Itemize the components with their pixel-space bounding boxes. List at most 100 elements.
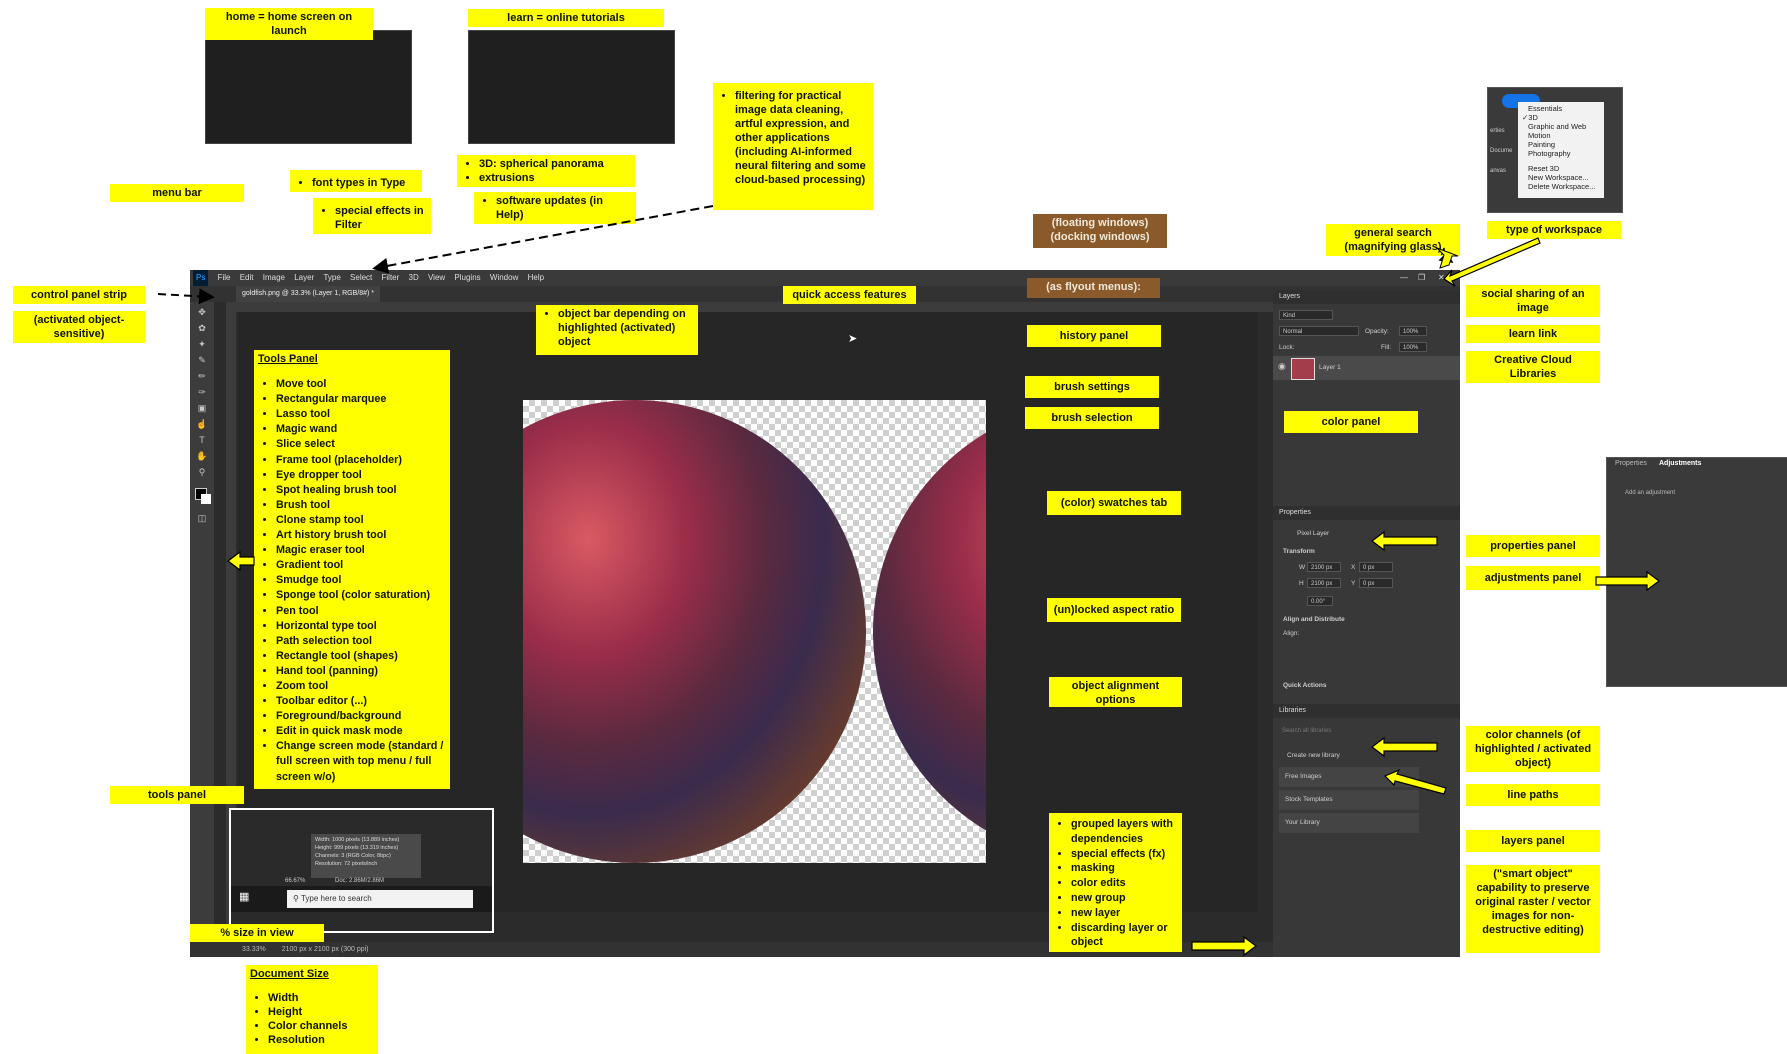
menu-filter[interactable]: Filter [382,270,400,286]
menu-select[interactable]: Select [350,270,372,286]
workspace-graphic-web[interactable]: Graphic and Web [1522,122,1600,131]
library-item[interactable]: Your Library [1279,813,1419,833]
note-font-types: font types in Type [290,170,422,192]
eyedropper-icon[interactable]: ✎ [193,354,211,366]
image-right-sphere [873,400,986,863]
add-adjustment-label: Add an adjustment [1625,490,1676,496]
close-icon[interactable]: ✕ [1438,270,1445,286]
height-field[interactable]: 2100 px [1307,578,1341,588]
note-special-effects: special effects in Filter [313,198,431,234]
tool-list-item: Toolbar editor (...) [276,694,446,709]
learn-screen-thumbnail [468,30,675,144]
y-field[interactable]: 0 px [1359,578,1393,588]
tool-list-item: Lasso tool [276,407,446,422]
menu-plugins[interactable]: Plugins [454,270,480,286]
workspace-dropdown[interactable]: Essentials ✓3D Graphic and Web Motion Pa… [1518,102,1604,198]
document-size[interactable]: 2100 px x 2100 px (300 ppi) [282,946,369,953]
note-menu-bar: menu bar [110,184,244,202]
doc-size-item: Resolution [268,1033,374,1047]
menu-image[interactable]: Image [263,270,285,286]
menu-help[interactable]: Help [528,270,544,286]
layer-kind-filter[interactable]: Kind [1279,310,1333,320]
tab-properties[interactable]: Properties [1615,460,1647,467]
zoom-level[interactable]: 33.33% [242,946,266,953]
tool-list-item: Clone stamp tool [276,513,446,528]
workspace-photography[interactable]: Photography [1522,149,1600,158]
quick-mask-icon[interactable]: ◫ [193,512,211,524]
note-learn: learn = online tutorials [468,9,664,27]
layers-feature-item: color edits [1071,876,1178,891]
lasso-tool-icon[interactable]: ✿ [193,322,211,334]
w-label: W [1299,564,1306,571]
align-distribute-label[interactable]: Align and Distribute [1283,616,1345,623]
menu-view[interactable]: View [428,270,445,286]
type-tool-icon[interactable]: T [193,434,211,446]
menu-3d[interactable]: 3D [409,270,419,286]
tool-list-item: Edit in quick mask mode [276,724,446,739]
restore-icon[interactable]: ❐ [1418,270,1425,286]
hand-tool-icon[interactable]: ✋ [193,450,211,462]
workspace-reset[interactable]: Reset 3D [1522,164,1600,173]
workspace-menu-inset: Essentials ✓3D Graphic and Web Motion Pa… [1487,87,1623,213]
libraries-panel-header[interactable]: Libraries [1273,704,1460,718]
gradient-tool-icon[interactable]: ▣ [193,402,211,414]
magic-wand-icon[interactable]: ✦ [193,338,211,350]
workspace-essentials[interactable]: Essentials [1522,104,1600,113]
document-tab[interactable]: goldfish.png @ 33.3% (Layer 1, RGB/8#) * [236,286,381,302]
document-canvas[interactable] [523,400,986,863]
smudge-tool-icon[interactable]: ☝ [193,418,211,430]
menu-file[interactable]: File [218,270,231,286]
x-field[interactable]: 0 px [1359,562,1393,572]
quick-actions-label[interactable]: Quick Actions [1283,682,1326,689]
windows-icon[interactable]: ▦ [239,890,249,903]
zoom-tool-icon[interactable]: ⚲ [193,466,211,478]
library-item[interactable]: Stock Templates [1279,790,1419,810]
tools-panel: ✥ ✿ ✦ ✎ ✏ ✑ ▣ ☝ T ✋ ⚲ ◫ [190,302,214,942]
tool-list-item: Zoom tool [276,679,446,694]
tool-list-item: Smudge tool [276,573,446,588]
note-color-channels: color channels (of highlighted / activat… [1466,726,1600,772]
tool-list-item: Frame tool (placeholder) [276,453,446,468]
opacity-field[interactable]: 100% [1399,326,1427,336]
layer-row[interactable]: ◉ Layer 1 [1273,356,1460,380]
menu-edit[interactable]: Edit [240,270,254,286]
tool-list-item: Sponge tool (color saturation) [276,588,446,603]
minimize-icon[interactable]: — [1400,270,1408,286]
workspace-delete[interactable]: Delete Workspace... [1522,182,1600,191]
width-field[interactable]: 2100 px [1307,562,1341,572]
ps-logo[interactable]: Ps [193,270,209,286]
note-learn-link: learn link [1466,325,1600,343]
properties-panel-header[interactable]: Properties [1273,506,1460,520]
background-color-swatch[interactable] [201,494,211,504]
create-library-link[interactable]: Create new library [1287,752,1340,759]
taskbar-search[interactable]: ⚲ Type here to search [287,890,473,908]
eye-icon[interactable]: ◉ [1278,361,1286,372]
layer-name[interactable]: Layer 1 [1319,364,1341,371]
library-item[interactable]: Free Images [1279,767,1419,787]
menu-layer[interactable]: Layer [294,270,314,286]
menu-type[interactable]: Type [323,270,340,286]
brush-tool-icon[interactable]: ✏ [193,370,211,382]
note-layers-panel: layers panel [1466,830,1600,852]
tab-adjustments[interactable]: Adjustments [1659,460,1701,467]
library-search-input[interactable]: Search all libraries [1279,726,1419,736]
layers-feature-item: new group [1071,891,1178,906]
tool-list-item: Magic eraser tool [276,543,446,558]
angle-field[interactable]: 0.00° [1307,596,1333,606]
transform-label[interactable]: Transform [1283,548,1315,555]
note-properties-panel: properties panel [1466,535,1600,557]
move-tool-icon[interactable]: ✥ [193,306,211,318]
tool-list-item: Slice select [276,437,446,452]
tool-list-item: Change screen mode (standard / full scre… [276,739,446,784]
layers-panel-header[interactable]: Layers [1273,290,1460,304]
mouse-cursor-icon: ➤ [848,333,858,345]
note-brush-settings: brush settings [1025,376,1159,398]
workspace-3d[interactable]: ✓3D [1522,113,1600,122]
fill-field[interactable]: 100% [1399,342,1427,352]
workspace-motion[interactable]: Motion [1522,131,1600,140]
history-brush-icon[interactable]: ✑ [193,386,211,398]
workspace-new[interactable]: New Workspace... [1522,173,1600,182]
workspace-painting[interactable]: Painting [1522,140,1600,149]
menu-window[interactable]: Window [490,270,518,286]
blend-mode-select[interactable]: Normal [1279,326,1359,336]
